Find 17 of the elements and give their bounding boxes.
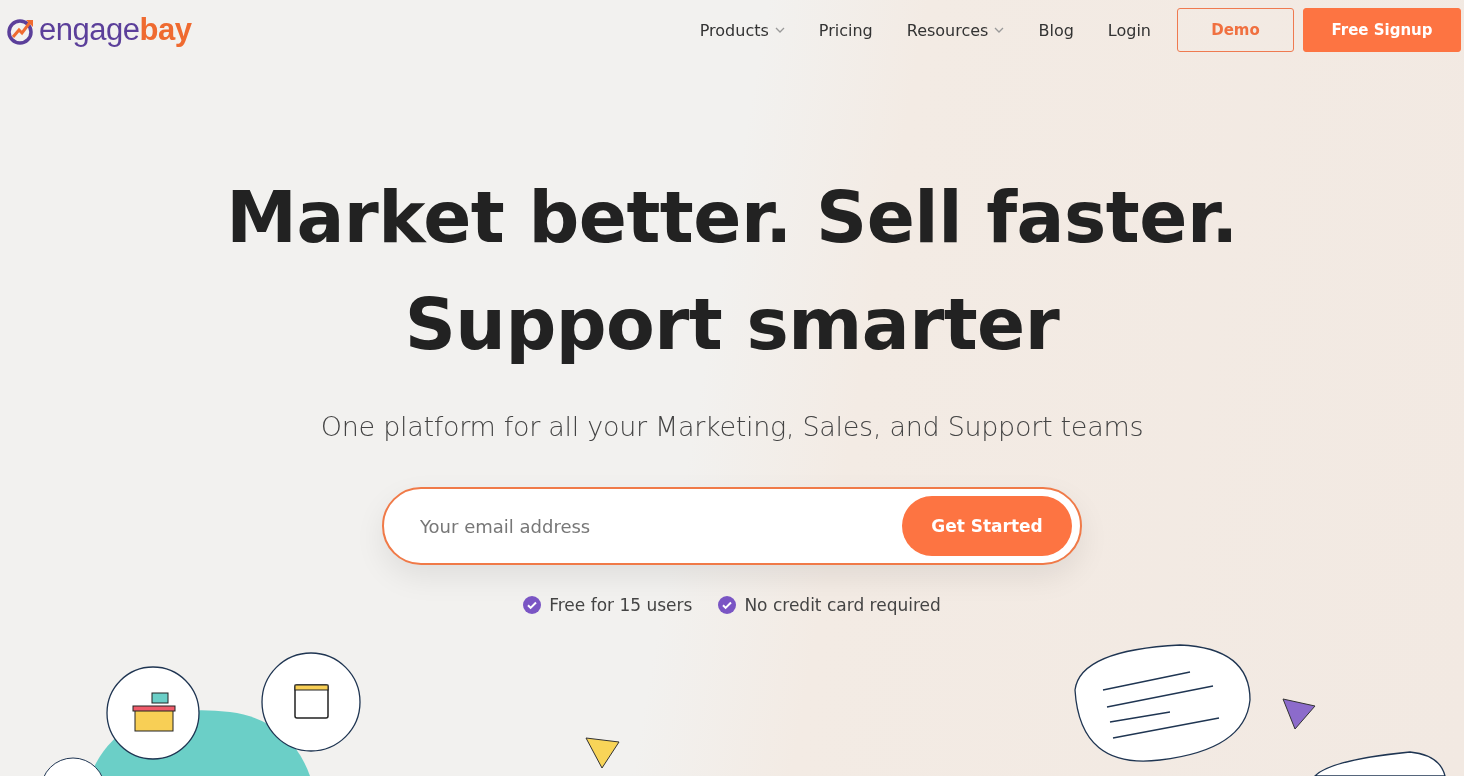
chevron-down-icon [774,27,785,33]
logo-text: engagebay [39,12,192,48]
nav-link[interactable]: Products [682,20,802,40]
check-circle-icon [523,596,542,614]
check-circle-icon [718,596,737,614]
benefit-text: Free for 15 users [549,595,693,615]
nav-link[interactable]: Login [1090,20,1168,40]
subtitle: One platform for all your Marketing, Sales, and Support teams [320,411,1144,442]
email-input[interactable]: Your email address [418,514,902,538]
headline: Support smarter [403,282,1061,368]
benefit-text: No credit card required [744,595,941,615]
brand-logo[interactable]: engagebay [4,12,192,48]
headline: Market better. Sell faster. [226,175,1238,261]
nav-link[interactable]: Blog [1021,20,1091,40]
nav-link[interactable]: Pricing [801,20,890,40]
chevron-down-icon [994,27,1005,33]
nav-link[interactable]: Resources [889,20,1022,40]
